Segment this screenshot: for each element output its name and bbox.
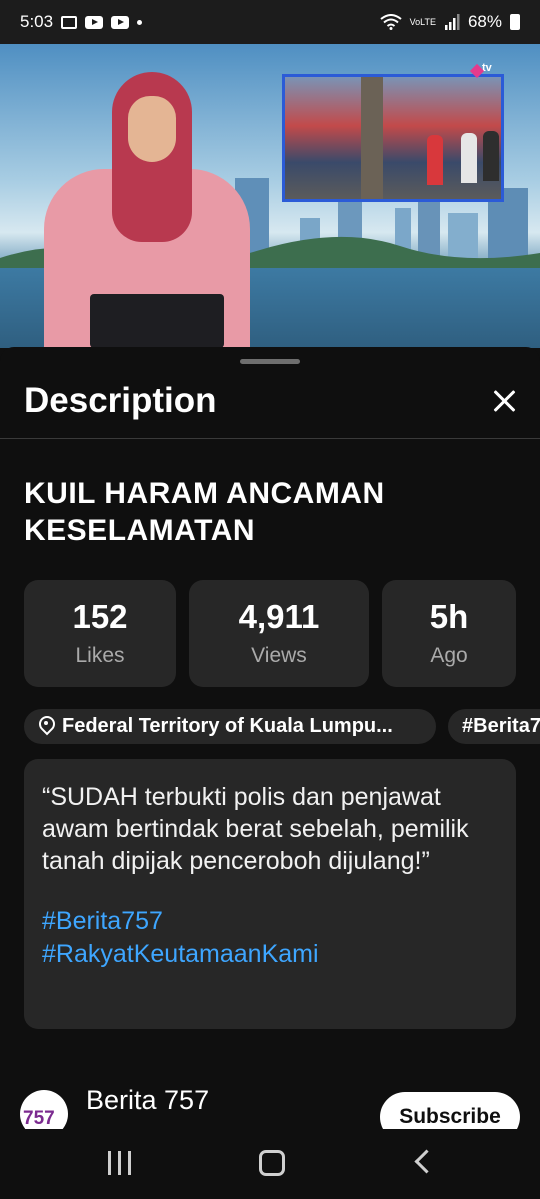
inset-tree <box>361 77 383 199</box>
battery-percentage: 68% <box>467 12 502 31</box>
hashtag-chip-label: #Berita757 <box>462 715 540 737</box>
video-title-line: KUIL HARAM ANCAMAN <box>24 477 385 510</box>
upload-age-stat: 5h Ago <box>382 580 516 687</box>
description-text: “SUDAH terbukti polis dan penjawat awam … <box>42 783 469 875</box>
upload-age-label: Ago <box>430 644 468 667</box>
upload-age-value: 5h <box>429 598 469 635</box>
drag-handle[interactable] <box>240 359 300 364</box>
home-icon[interactable] <box>259 1150 285 1176</box>
video-title-line: KESELAMATAN <box>24 514 256 547</box>
status-bar-left: 5:03 <box>20 12 143 32</box>
status-time: 5:03 <box>20 12 54 31</box>
recent-apps-icon[interactable] <box>108 1151 132 1175</box>
channel-avatar[interactable]: 757 <box>20 1090 68 1129</box>
anchor-desk-monitor <box>90 294 224 348</box>
views-label: Views <box>251 644 307 667</box>
status-bar: 5:03 VoLTE 68% <box>0 0 540 44</box>
more-notifications-dot-icon <box>137 19 143 25</box>
video-player[interactable]: tv <box>0 44 540 348</box>
location-chip[interactable]: Federal Territory of Kuala Lumpu... <box>24 709 436 744</box>
gallery-icon <box>61 15 78 29</box>
likes-stat: 152 Likes <box>24 580 176 687</box>
views-count: 4,911 <box>238 598 320 635</box>
close-icon[interactable] <box>488 385 520 417</box>
news-anchor-face <box>128 96 176 162</box>
divider <box>0 438 540 439</box>
description-box: “SUDAH terbukti polis dan penjawat awam … <box>24 759 516 1029</box>
location-chip-label: Federal Territory of Kuala Lumpu... <box>62 715 393 737</box>
youtube-notification-icon-2 <box>111 15 130 29</box>
views-stat: 4,911 Views <box>189 580 369 687</box>
system-navigation-bar <box>0 1129 540 1199</box>
inset-person <box>483 131 499 181</box>
description-sheet: Description KUIL HARAM ANCAMAN KESELAMAT… <box>0 347 540 1129</box>
hashtag-link[interactable]: #RakyatKeutamaanKami <box>42 940 319 969</box>
location-pin-icon <box>38 716 56 738</box>
likes-count: 152 <box>72 598 128 635</box>
channel-logo: tv <box>482 62 492 74</box>
likes-label: Likes <box>75 644 125 667</box>
channel-name[interactable]: Berita 757 <box>86 1085 209 1116</box>
video-inset-footage <box>282 74 504 202</box>
signal-icon <box>444 14 460 30</box>
hashtag-chip[interactable]: #Berita757 <box>448 709 540 744</box>
back-icon[interactable] <box>414 1149 439 1174</box>
subscribe-button[interactable]: Subscribe <box>380 1092 520 1129</box>
youtube-notification-icon <box>85 15 104 29</box>
inset-person <box>427 135 443 185</box>
video-title: KUIL HARAM ANCAMAN KESELAMATAN <box>24 475 514 549</box>
sheet-title: Description <box>24 381 217 420</box>
channel-avatar-logo: 757 <box>23 1108 55 1129</box>
inset-person <box>461 133 477 183</box>
volte-indicator: VoLTE <box>409 16 436 27</box>
wifi-icon <box>379 14 402 30</box>
hashtag-link[interactable]: #Berita757 <box>42 907 163 936</box>
battery-icon <box>510 14 520 30</box>
status-bar-right: VoLTE 68% <box>379 12 520 32</box>
